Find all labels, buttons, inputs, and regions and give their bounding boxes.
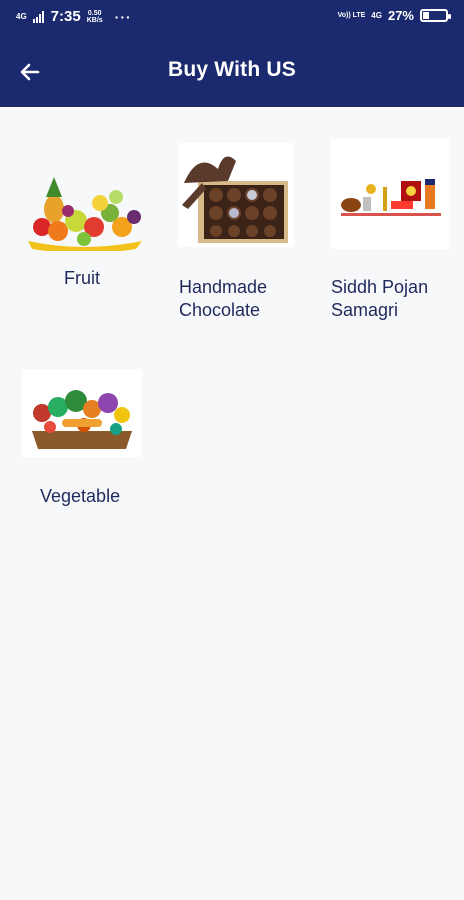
fruit-illustration	[28, 177, 142, 253]
volte-indicator: Vo)) LTE	[337, 12, 366, 19]
puja-illustration	[341, 179, 441, 216]
network-speed: 0.50 KB/s	[87, 10, 103, 24]
category-label: Siddh Pojan Samagri	[331, 277, 429, 320]
category-label: Handmade Chocolate	[179, 277, 268, 320]
network-indicator-right: 4G	[371, 10, 382, 20]
battery-icon	[420, 9, 451, 22]
puja-items-image	[331, 139, 449, 249]
more-notifications-icon: ···	[114, 8, 132, 25]
vegetable-illustration	[32, 390, 132, 449]
page-title: Buy With US	[167, 58, 296, 81]
clock: 7:35	[50, 8, 81, 25]
category-item-handmade-chocolate[interactable]: Handmade Chocolate	[178, 143, 328, 343]
category-item-vegetable[interactable]: Vegetable	[22, 369, 172, 529]
status-right: Vo)) LTE 4G 27%	[337, 8, 451, 23]
speed-value: 0.50	[87, 9, 102, 17]
chocolate-box-image	[178, 143, 294, 247]
network-indicator: 4G	[16, 11, 27, 21]
status-left: 4G 7:35 0.50 KB/s ···	[16, 8, 132, 25]
chocolate-illustration	[182, 156, 288, 243]
status-bar: 4G 7:35 0.50 KB/s ··· Vo)) LTE 4G 27%	[0, 0, 464, 36]
category-item-fruit[interactable]: Fruit	[18, 147, 168, 327]
category-label: Fruit	[64, 268, 100, 288]
battery-percent: 27%	[387, 8, 414, 23]
vegetable-basket-image	[22, 369, 142, 457]
app-bar: Buy With US	[0, 36, 464, 107]
fruit-basket-image	[24, 169, 148, 253]
signal-icon	[32, 10, 44, 23]
category-item-siddh-pojan-samagri[interactable]: Siddh Pojan Samagri	[331, 139, 464, 339]
speed-unit: KB/s	[86, 16, 103, 24]
battery-fill	[423, 12, 429, 19]
category-label: Vegetable	[40, 486, 121, 506]
